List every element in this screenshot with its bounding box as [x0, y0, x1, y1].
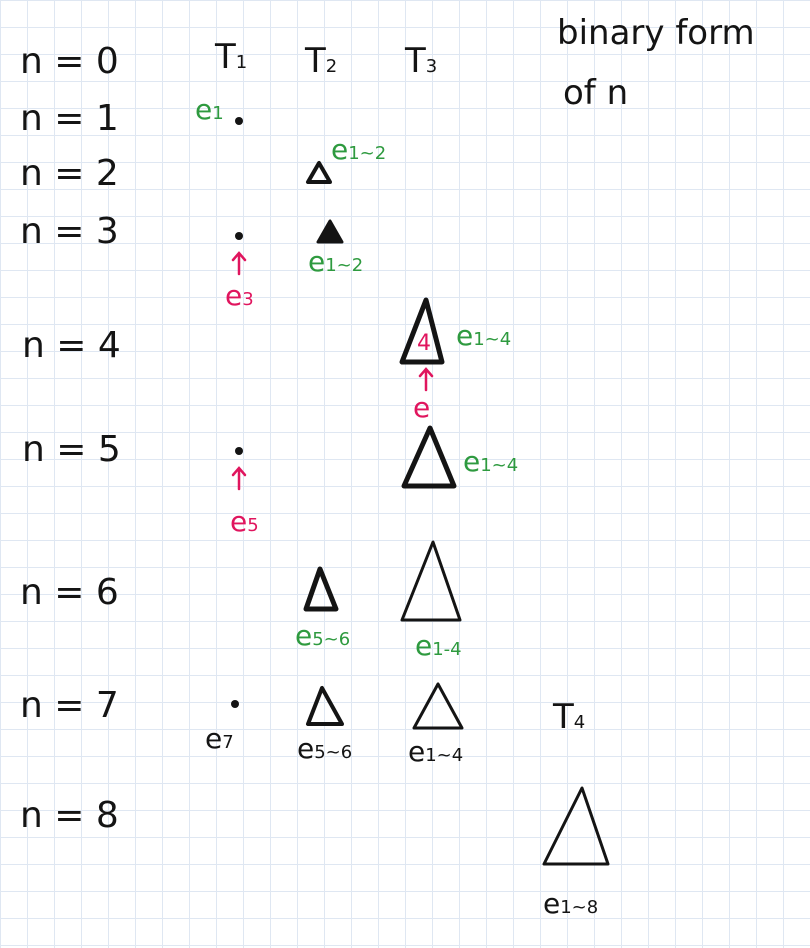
- row-label-n7: n = 7: [20, 685, 119, 726]
- row-label-n3: n = 3: [20, 211, 119, 252]
- arrow-up-e: [418, 367, 434, 392]
- element-label-e5-6-n6: e5~6: [295, 619, 351, 652]
- element-label-e1-4-n7: e1~4: [408, 735, 464, 768]
- element-label-e1: e1: [195, 93, 224, 126]
- tree-t3-triangle-n5: [401, 425, 457, 489]
- tree-t2-triangle-n6: [303, 566, 339, 612]
- column-header-t4: T4: [553, 697, 586, 737]
- row-label-n0: n = 0: [20, 41, 119, 82]
- element-label-e5: e5: [230, 505, 259, 538]
- note-line-1: binary form: [557, 13, 755, 53]
- element-label-e1-4-n4: e1~4: [456, 319, 512, 352]
- element-label-e1-2-n3: e1~2: [308, 245, 364, 278]
- row-label-n2: n = 2: [20, 153, 119, 194]
- arrow-up-e3: [231, 251, 247, 276]
- row-label-n1: n = 1: [20, 98, 119, 139]
- tree-t2-triangle-n2: [306, 161, 332, 184]
- tree-t3-inner-label: 4: [417, 331, 431, 356]
- element-label-e1-2: e1~2: [331, 133, 387, 166]
- row-label-n4: n = 4: [22, 325, 121, 366]
- tree-t2-triangle-n3: [316, 219, 344, 244]
- element-label-e7: e7: [205, 722, 234, 755]
- row-label-n8: n = 8: [20, 795, 119, 836]
- tree-t2-triangle-n7: [306, 686, 344, 726]
- element-label-e5-6-n7: e5~6: [297, 732, 353, 765]
- arrow-up-e5: [231, 466, 247, 491]
- element-label-e1-8: e1~8: [543, 887, 599, 920]
- tree-t1-dot-n3: [235, 232, 243, 240]
- row-label-n5: n = 5: [22, 429, 121, 470]
- note-line-2: of n: [563, 73, 629, 113]
- column-header-t3: T3: [405, 41, 438, 81]
- row-label-n6: n = 6: [20, 572, 119, 613]
- element-label-e1-4-n5: e1~4: [463, 445, 519, 478]
- tree-t4-triangle-n8: [542, 786, 610, 866]
- element-label-e3: e3: [225, 279, 254, 312]
- tree-t1-dot-n1: [235, 117, 243, 125]
- column-header-t1: T1: [215, 37, 248, 77]
- column-header-t2: T2: [305, 41, 338, 81]
- element-label-e: e: [413, 391, 431, 424]
- element-label-e1-4-n6: e1-4: [415, 629, 462, 662]
- tree-t1-dot-n7: [231, 700, 239, 708]
- tree-t3-triangle-n6: [400, 540, 462, 622]
- tree-t1-dot-n5: [235, 447, 243, 455]
- tree-t3-triangle-n7: [412, 682, 464, 730]
